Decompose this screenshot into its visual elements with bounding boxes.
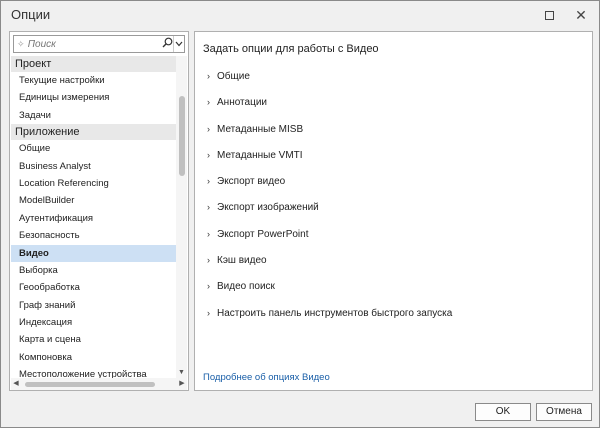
section-label: Экспорт изображений	[217, 201, 319, 213]
scroll-down-arrow-icon[interactable]: ▼	[176, 367, 187, 378]
sidebar-item-security[interactable]: Безопасность	[11, 227, 176, 244]
section-label: Аннотации	[217, 96, 267, 108]
group-header-project: Проект	[11, 56, 176, 72]
learn-more-link[interactable]: Подробнее об опциях Видео	[203, 372, 330, 383]
ok-button[interactable]: OK	[475, 403, 531, 421]
group-header-application: Приложение	[11, 124, 176, 141]
section-label: Кэш видео	[217, 254, 267, 266]
section-misb-metadata[interactable]: › Метаданные MISB	[207, 121, 303, 137]
search-icon[interactable]	[162, 37, 174, 51]
chevron-right-icon: ›	[207, 124, 210, 134]
chevron-right-icon: ›	[207, 150, 210, 160]
sidebar-item-units[interactable]: Единицы измерения	[11, 89, 176, 106]
section-label: Метаданные VMTI	[217, 149, 303, 161]
sidebar-item-general[interactable]: Общие	[11, 140, 176, 157]
options-navigation: ✧ Проект Текущие настройки Единицы измер…	[9, 31, 189, 391]
sidebar-item-current-settings[interactable]: Текущие настройки	[11, 72, 176, 89]
vertical-scrollbar[interactable]: ▼	[176, 56, 187, 378]
section-video-search[interactable]: › Видео поиск	[207, 278, 275, 294]
scroll-right-arrow-icon[interactable]: ▶	[177, 378, 187, 390]
category-list: Проект Текущие настройки Единицы измерен…	[11, 56, 176, 378]
sidebar-item-authentication[interactable]: Аутентификация	[11, 210, 176, 227]
sidebar-item-map-and-scene[interactable]: Карта и сцена	[11, 331, 176, 348]
sparkle-icon: ✧	[17, 38, 25, 49]
section-label: Общие	[217, 70, 250, 82]
chevron-right-icon: ›	[207, 229, 210, 239]
sidebar-item-location-referencing[interactable]: Location Referencing	[11, 175, 176, 192]
chevron-right-icon: ›	[207, 281, 210, 291]
sidebar-item-geoprocessing[interactable]: Геообработка	[11, 279, 176, 296]
section-export-video[interactable]: › Экспорт видео	[207, 173, 285, 189]
options-dialog: Опции ✕ ✧ Проект Текущие настройки Едини…	[0, 0, 600, 428]
maximize-icon	[544, 10, 554, 20]
section-label: Видео поиск	[217, 280, 275, 292]
chevron-right-icon: ›	[207, 97, 210, 107]
window-title: Опции	[11, 7, 51, 22]
search-box: ✧	[13, 35, 185, 53]
page-title: Задать опции для работы с Видео	[203, 43, 379, 55]
scroll-left-arrow-icon[interactable]: ◀	[11, 378, 21, 390]
sidebar-item-indexing[interactable]: Индексация	[11, 314, 176, 331]
chevron-right-icon: ›	[207, 202, 210, 212]
close-button[interactable]: ✕	[565, 1, 597, 29]
chevron-right-icon: ›	[207, 71, 210, 81]
horizontal-scroll-thumb[interactable]	[25, 382, 155, 387]
search-input[interactable]	[25, 37, 162, 51]
sidebar-item-device-location[interactable]: Местоположение устройства	[11, 366, 176, 378]
section-video-cache[interactable]: › Кэш видео	[207, 252, 267, 268]
section-label: Экспорт PowerPoint	[217, 228, 309, 240]
sidebar-item-modelbuilder[interactable]: ModelBuilder	[11, 192, 176, 209]
horizontal-scrollbar[interactable]: ◀ ▶	[11, 378, 187, 390]
title-bar: Опции ✕	[1, 1, 599, 29]
section-vmti-metadata[interactable]: › Метаданные VMTI	[207, 147, 303, 163]
section-quick-launch-toolbar[interactable]: › Настроить панель инструментов быстрого…	[207, 305, 452, 321]
section-export-powerpoint[interactable]: › Экспорт PowerPoint	[207, 226, 309, 242]
options-content: Задать опции для работы с Видео › Общие …	[194, 31, 593, 391]
section-label: Настроить панель инструментов быстрого з…	[217, 307, 453, 319]
close-icon: ✕	[575, 6, 587, 23]
sidebar-item-tasks[interactable]: Задачи	[11, 107, 176, 124]
section-export-images[interactable]: › Экспорт изображений	[207, 199, 319, 215]
sidebar-item-layout[interactable]: Компоновка	[11, 349, 176, 366]
section-label: Экспорт видео	[217, 175, 286, 187]
vertical-scroll-thumb[interactable]	[179, 96, 185, 176]
sidebar-item-business-analyst[interactable]: Business Analyst	[11, 158, 176, 175]
chevron-right-icon: ›	[207, 308, 210, 318]
sidebar-item-selection[interactable]: Выборка	[11, 262, 176, 279]
cancel-button[interactable]: Отмена	[536, 403, 592, 421]
section-general[interactable]: › Общие	[207, 68, 250, 84]
sidebar-item-knowledge-graph[interactable]: Граф знаний	[11, 297, 176, 314]
chevron-down-icon[interactable]	[173, 36, 184, 52]
chevron-right-icon: ›	[207, 176, 210, 186]
sidebar-item-video[interactable]: Видео	[11, 244, 176, 262]
maximize-button[interactable]	[533, 1, 565, 29]
section-label: Метаданные MISB	[217, 123, 304, 135]
chevron-right-icon: ›	[207, 255, 210, 265]
section-annotations[interactable]: › Аннотации	[207, 94, 267, 110]
